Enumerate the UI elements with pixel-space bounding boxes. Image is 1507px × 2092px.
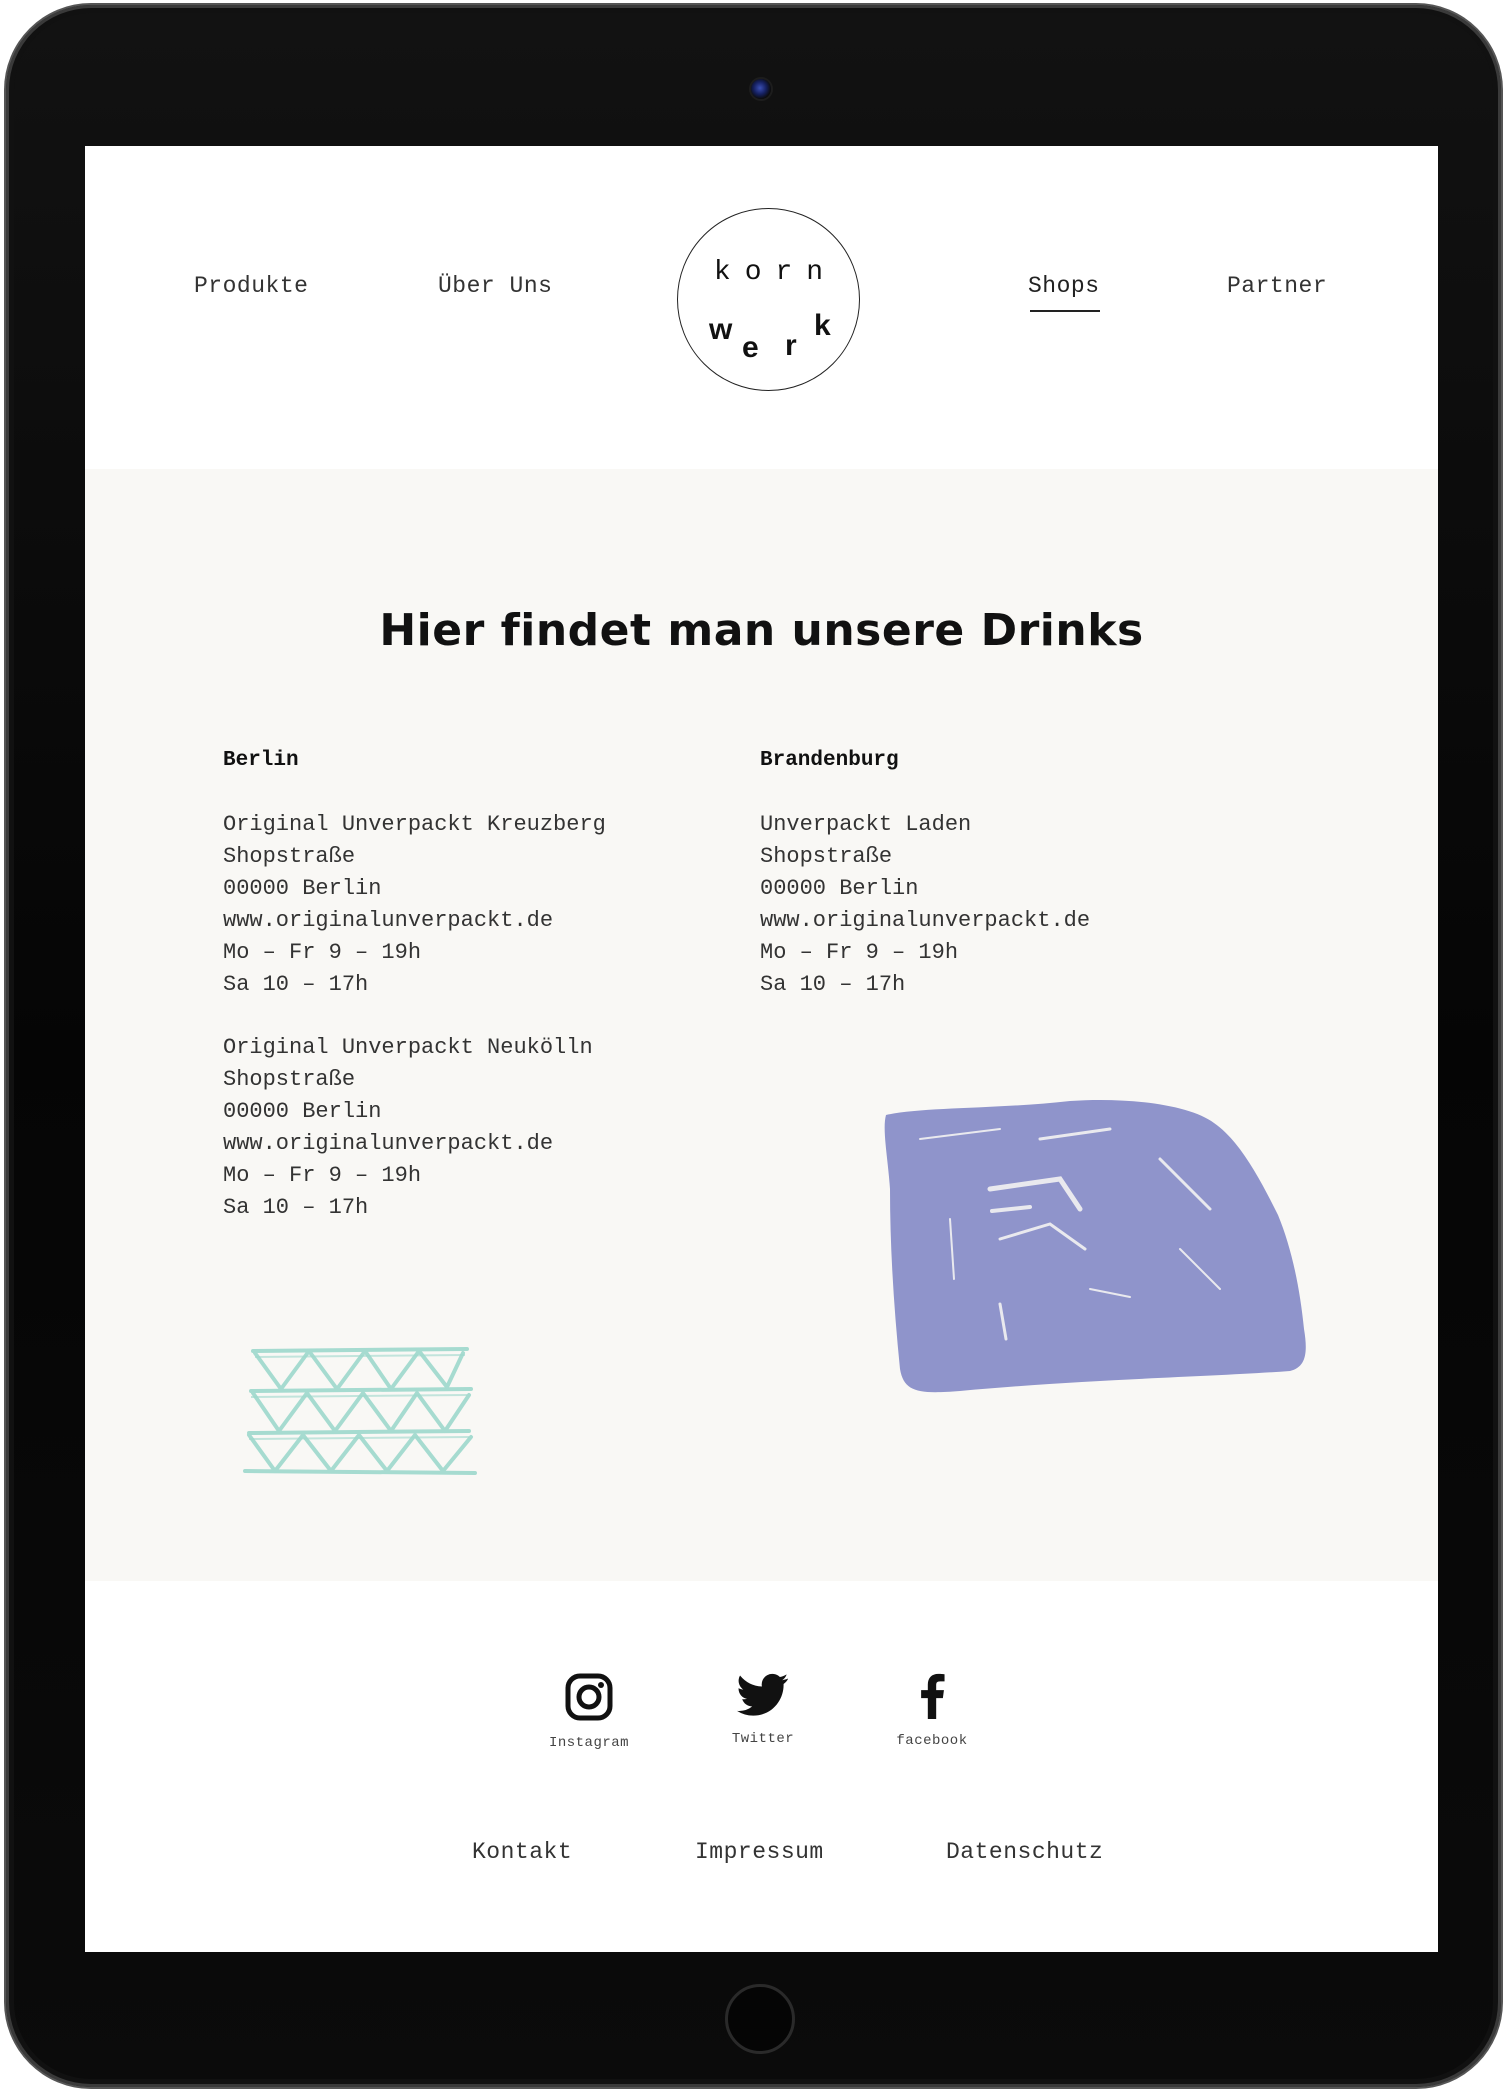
shop-entry: Original Unverpackt Neukölln Shopstraße … xyxy=(223,1032,593,1224)
region-heading-brandenburg: Brandenburg xyxy=(760,749,899,772)
shop-street: Shopstraße xyxy=(223,844,356,869)
page-title: Hier findet man unsere Drinks xyxy=(379,605,1144,656)
shop-hours-sat: Sa 10 – 17h xyxy=(223,1195,369,1220)
shops-section: Hier findet man unsere Drinks Berlin Bra… xyxy=(85,469,1438,1581)
social-label: Instagram xyxy=(548,1735,630,1751)
shop-name: Original Unverpackt Neukölln xyxy=(223,1035,593,1060)
shop-hours-week: Mo – Fr 9 – 19h xyxy=(223,1163,422,1188)
facebook-icon xyxy=(921,1673,945,1719)
social-twitter[interactable]: Twitter xyxy=(703,1673,823,1747)
shop-street: Shopstraße xyxy=(223,1067,356,1092)
footer-link-datenschutz[interactable]: Datenschutz xyxy=(946,1839,1103,1865)
social-label: Twitter xyxy=(731,1731,795,1747)
zigzag-decoration xyxy=(243,1347,477,1475)
twitter-icon xyxy=(737,1673,789,1716)
social-label: facebook xyxy=(896,1733,968,1749)
site-header: Produkte Über Uns korn w e r k Shops Par… xyxy=(85,146,1438,469)
nav-shops-label: Shops xyxy=(1028,273,1100,299)
shop-city: 00000 Berlin xyxy=(760,876,919,901)
kornwerk-logo[interactable]: korn w e r k xyxy=(677,208,860,391)
footer-link-kontakt[interactable]: Kontakt xyxy=(472,1839,572,1865)
social-instagram[interactable]: Instagram xyxy=(529,1673,649,1751)
shop-hours-sat: Sa 10 – 17h xyxy=(760,972,906,997)
logo-letter-w: w xyxy=(709,313,733,346)
shop-website-link[interactable]: www.originalunverpackt.de xyxy=(760,905,1090,937)
shop-street: Shopstraße xyxy=(760,844,893,869)
screen: Produkte Über Uns korn w e r k Shops Par… xyxy=(85,146,1438,1952)
nav-produkte[interactable]: Produkte xyxy=(194,273,308,299)
tablet-frame: Produkte Über Uns korn w e r k Shops Par… xyxy=(6,5,1501,2087)
active-nav-underline xyxy=(1030,310,1100,312)
logo-letter-k: k xyxy=(814,309,831,342)
footer-link-impressum[interactable]: Impressum xyxy=(695,1839,824,1865)
nav-ueber-uns[interactable]: Über Uns xyxy=(438,273,552,299)
nav-shops[interactable]: Shops xyxy=(1028,273,1100,312)
logo-text-top: korn xyxy=(713,257,838,288)
camera-lens xyxy=(751,79,771,99)
social-facebook[interactable]: facebook xyxy=(872,1673,992,1749)
shop-name: Original Unverpackt Kreuzberg xyxy=(223,812,606,837)
site-footer: Instagram Twitter facebook Kontakt Impre… xyxy=(85,1581,1438,1952)
logo-letter-e: e xyxy=(742,331,759,364)
shop-name: Unverpackt Laden xyxy=(760,812,972,837)
instagram-icon xyxy=(565,1673,613,1721)
logo-letter-r: r xyxy=(785,329,797,362)
shop-website-link[interactable]: www.originalunverpackt.de xyxy=(223,1128,593,1160)
brush-stroke-decoration xyxy=(884,1099,1306,1393)
shop-city: 00000 Berlin xyxy=(223,876,382,901)
nav-partner[interactable]: Partner xyxy=(1227,273,1327,299)
shop-entry: Original Unverpackt Kreuzberg Shopstraße… xyxy=(223,809,606,1001)
shop-city: 00000 Berlin xyxy=(223,1099,382,1124)
region-heading-berlin: Berlin xyxy=(223,749,299,772)
shop-entry: Unverpackt Laden Shopstraße 00000 Berlin… xyxy=(760,809,1090,1001)
shop-hours-week: Mo – Fr 9 – 19h xyxy=(760,940,959,965)
shop-website-link[interactable]: www.originalunverpackt.de xyxy=(223,905,606,937)
shop-hours-week: Mo – Fr 9 – 19h xyxy=(223,940,422,965)
shop-hours-sat: Sa 10 – 17h xyxy=(223,972,369,997)
home-button[interactable] xyxy=(725,1984,795,2054)
